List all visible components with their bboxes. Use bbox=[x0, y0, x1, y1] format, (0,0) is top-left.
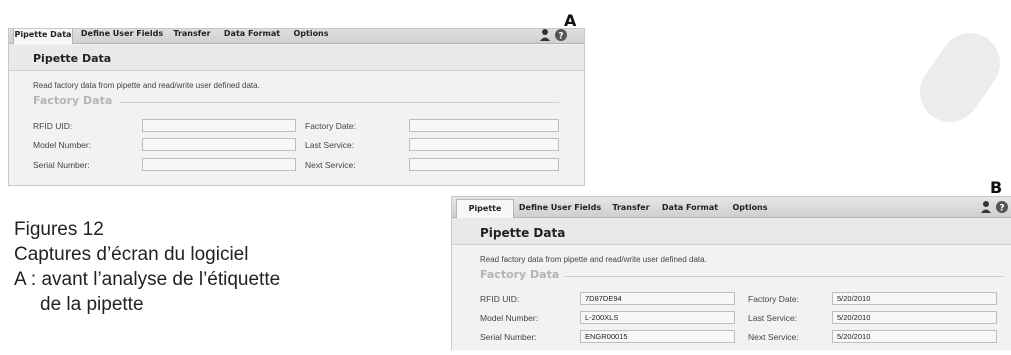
figure-caption-line-4: de la pipette bbox=[40, 294, 144, 315]
user-icon[interactable] bbox=[540, 29, 550, 41]
description-text: Read factory data from pipette and read/… bbox=[480, 255, 707, 264]
last-service-label: Last Service: bbox=[305, 140, 355, 150]
tab-bar: Pipette Data Define User Fields Transfer… bbox=[452, 197, 1011, 230]
model-number-field[interactable]: L-200XLS bbox=[580, 311, 735, 324]
toolbar-icons: ? bbox=[539, 29, 571, 42]
tab-transfer[interactable]: Transfer bbox=[169, 29, 215, 42]
figure-caption-line-1: Figures 12 bbox=[14, 219, 104, 240]
last-service-label: Last Service: bbox=[748, 313, 798, 323]
tab-options[interactable]: Options bbox=[289, 29, 333, 42]
next-service-field[interactable] bbox=[409, 158, 559, 171]
next-service-label: Next Service: bbox=[305, 160, 356, 170]
serial-number-label: Serial Number: bbox=[33, 160, 90, 170]
factory-date-label: Factory Date: bbox=[305, 121, 357, 131]
factory-date-field[interactable]: 5/20/2010 bbox=[832, 292, 997, 305]
marker-b: B bbox=[990, 178, 1003, 197]
description-text: Read factory data from pipette and read/… bbox=[33, 81, 260, 90]
screenshot-a: Pipette Data Define User Fields Transfer… bbox=[8, 28, 585, 186]
svg-text:?: ? bbox=[558, 32, 563, 42]
last-service-field[interactable] bbox=[409, 138, 559, 151]
page-title: Pipette Data bbox=[480, 226, 566, 240]
rfid-field[interactable]: 7D87DE94 bbox=[580, 292, 735, 305]
rfid-field[interactable] bbox=[142, 119, 296, 132]
last-service-field[interactable]: 5/20/2010 bbox=[832, 311, 997, 324]
tab-data-format[interactable]: Data Format bbox=[658, 199, 722, 216]
screenshot-b: Pipette Data Define User Fields Transfer… bbox=[451, 196, 1011, 350]
page-title: Pipette Data bbox=[33, 52, 112, 65]
tab-define-user-fields[interactable]: Define User Fields bbox=[516, 199, 604, 216]
tab-data-format[interactable]: Data Format bbox=[221, 29, 283, 42]
figure-caption-line-2: Captures d’écran du logiciel bbox=[14, 244, 249, 265]
tab-pipette-data[interactable]: Pipette Data bbox=[456, 199, 514, 230]
section-divider bbox=[119, 102, 559, 103]
rfid-label: RFID UID: bbox=[33, 121, 73, 131]
model-number-field[interactable] bbox=[142, 138, 296, 151]
toolbar-icons: ? bbox=[980, 200, 1011, 214]
section-divider bbox=[564, 276, 1004, 277]
tab-define-user-fields[interactable]: Define User Fields bbox=[79, 29, 165, 42]
section-factory-data: Factory Data bbox=[33, 94, 113, 107]
serial-number-field[interactable] bbox=[142, 158, 296, 171]
user-icon[interactable] bbox=[981, 201, 991, 213]
help-icon[interactable]: ? bbox=[996, 201, 1008, 214]
rfid-label: RFID UID: bbox=[480, 294, 520, 304]
serial-number-label: Serial Number: bbox=[480, 332, 537, 342]
tab-bar: Pipette Data Define User Fields Transfer… bbox=[9, 29, 584, 44]
model-number-label: Model Number: bbox=[480, 313, 539, 323]
next-service-label: Next Service: bbox=[748, 332, 799, 342]
tab-pipette-data[interactable]: Pipette Data bbox=[13, 29, 73, 44]
watermark-shape bbox=[908, 21, 1011, 134]
model-number-label: Model Number: bbox=[33, 140, 92, 150]
serial-number-field[interactable]: ENGR00015 bbox=[580, 330, 735, 343]
next-service-field[interactable]: 5/20/2010 bbox=[832, 330, 997, 343]
factory-date-field[interactable] bbox=[409, 119, 559, 132]
section-factory-data: Factory Data bbox=[480, 268, 560, 281]
factory-date-label: Factory Date: bbox=[748, 294, 800, 304]
svg-text:?: ? bbox=[999, 204, 1004, 214]
tab-options[interactable]: Options bbox=[728, 199, 772, 216]
figure-caption-line-3: A : avant l’analyse de l’étiquette bbox=[14, 269, 281, 290]
tab-transfer[interactable]: Transfer bbox=[608, 199, 654, 216]
help-icon[interactable]: ? bbox=[555, 29, 567, 42]
